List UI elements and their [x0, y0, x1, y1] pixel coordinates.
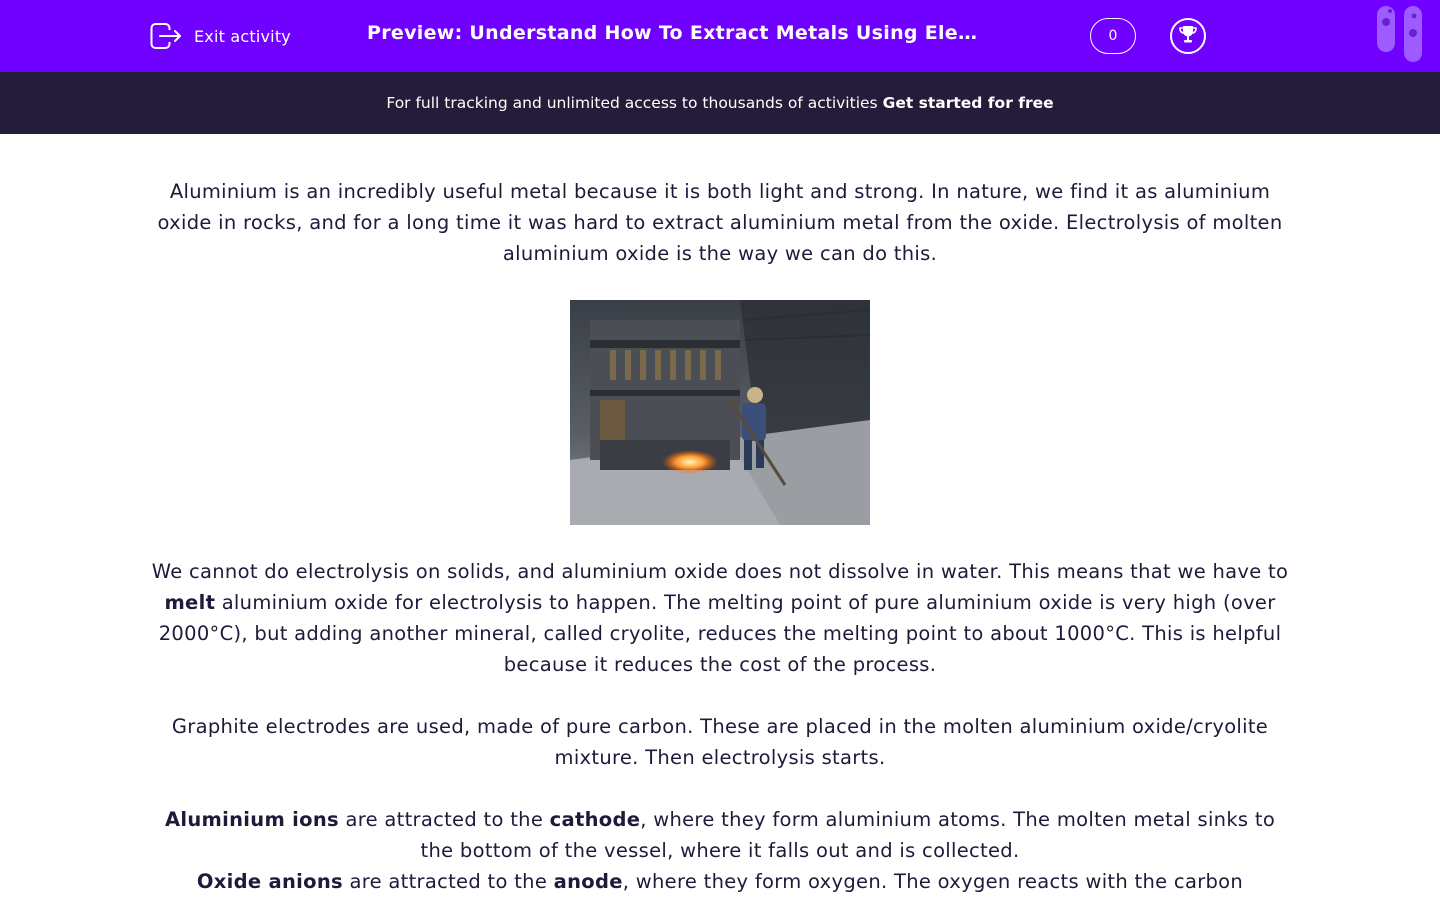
p5-text-d: , where they form oxygen. The oxygen rea…	[622, 870, 1244, 893]
p4-bold-cathode: cathode	[549, 808, 641, 831]
paragraph-anode: Oxide anions are attracted to the anode,…	[150, 866, 1290, 897]
trophy-icon	[1177, 23, 1199, 49]
exit-activity-button[interactable]: Exit activity	[150, 20, 291, 52]
paragraph-electrodes: Graphite electrodes are used, made of pu…	[171, 715, 1269, 769]
activity-title: Preview: Understand How To Extract Metal…	[367, 22, 987, 44]
p5-text-b: are attracted to the	[349, 870, 548, 893]
p4-text-b: are attracted to the	[345, 808, 544, 831]
test-tubes-icon	[1376, 6, 1424, 64]
get-started-link[interactable]: Get started for free	[883, 94, 1054, 112]
top-bar: Exit activity Preview: Understand How To…	[0, 0, 1440, 72]
exit-icon	[150, 21, 182, 51]
smelter-photo	[570, 300, 870, 525]
paragraph-melting: We cannot do electrolysis on solids, and…	[150, 556, 1290, 680]
score-badge: 0	[1090, 18, 1136, 54]
paragraph-cathode: Aluminium ions are attracted to the cath…	[150, 804, 1290, 866]
p4-bold-ions: Aluminium ions	[164, 808, 339, 831]
p2-bold-melt: melt	[164, 591, 216, 614]
promo-banner: For full tracking and unlimited access t…	[0, 72, 1440, 134]
promo-text: For full tracking and unlimited access t…	[386, 94, 878, 112]
score-value: 0	[1108, 28, 1118, 44]
exit-activity-label: Exit activity	[194, 26, 291, 46]
p5-bold-anions: Oxide anions	[196, 870, 343, 893]
trophy-button[interactable]	[1170, 18, 1206, 54]
paragraph-intro: Aluminium is an incredibly useful metal …	[157, 180, 1283, 265]
p2-text-c: aluminium oxide for electrolysis to happ…	[158, 591, 1282, 676]
p2-text-a: We cannot do electrolysis on solids, and…	[151, 560, 1289, 583]
lesson-content: Aluminium is an incredibly useful metal …	[150, 176, 1290, 897]
p5-bold-anode: anode	[553, 870, 623, 893]
